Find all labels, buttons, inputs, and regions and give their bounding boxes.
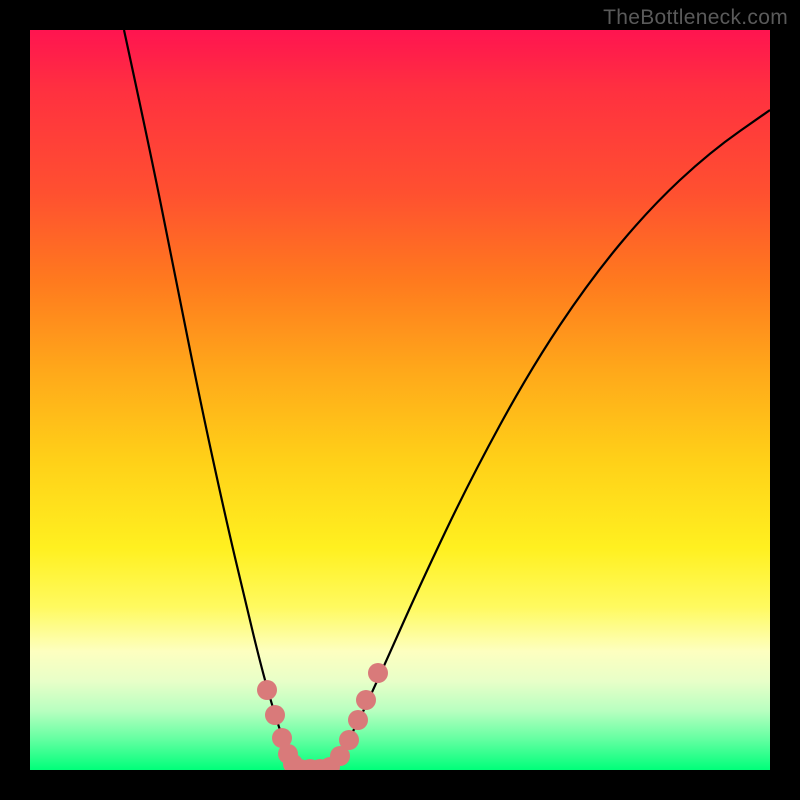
curve-layer	[30, 30, 770, 770]
marker-dot	[339, 730, 359, 750]
marker-dot	[368, 663, 388, 683]
left-curve	[124, 30, 298, 769]
chart-frame: TheBottleneck.com	[0, 0, 800, 800]
marker-dot	[348, 710, 368, 730]
right-curve	[330, 110, 770, 769]
marker-dot	[356, 690, 376, 710]
watermark-text: TheBottleneck.com	[603, 6, 788, 30]
marker-dot	[265, 705, 285, 725]
plot-area	[30, 30, 770, 770]
marker-dot	[257, 680, 277, 700]
